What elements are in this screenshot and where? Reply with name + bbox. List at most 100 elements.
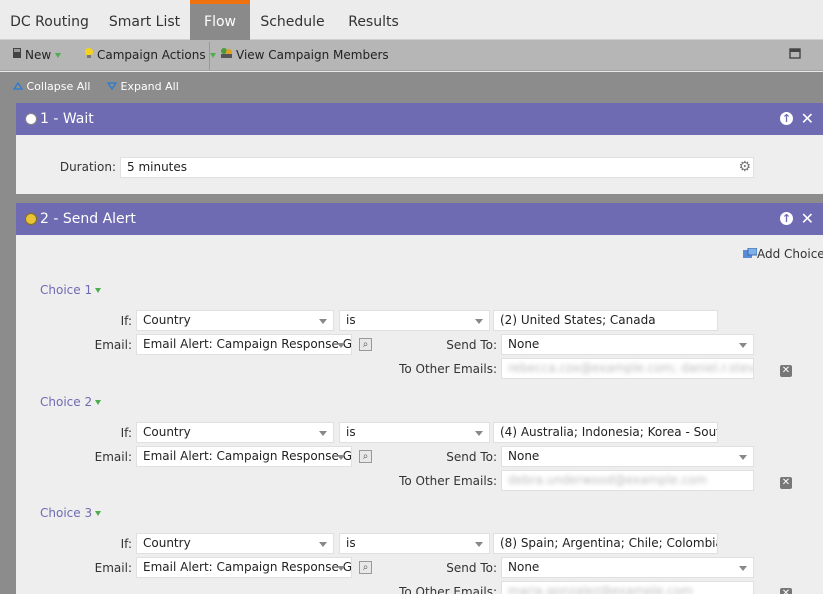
choice-toggle[interactable]: Choice 3 [40,506,102,520]
condition-values: (8) Spain; Argentina; Chile; Colombia; I… [500,536,717,550]
view-campaign-members-button[interactable]: View Campaign Members [220,40,389,71]
send-to-select[interactable]: None [501,446,754,467]
tab-dc-routing[interactable]: DC Routing [0,0,99,40]
tab-results[interactable]: Results [335,0,412,40]
preview-icon[interactable]: ⌕ [359,450,372,463]
step-header-send-alert[interactable]: 2 - Send Alert ↑ ✕ [16,203,823,235]
toolbar-divider [209,42,210,70]
gear-icon[interactable]: ⚙ [738,158,751,177]
other-emails-value: rebecca.cox@example.com; daniel.r.steven… [508,361,754,375]
send-to-label: Send To: [446,338,497,352]
tab-schedule[interactable]: Schedule [250,0,335,40]
new-button[interactable]: New [12,40,62,71]
operator-select[interactable]: is [339,533,490,554]
other-emails-value: maria.gonzalez@example.com [508,584,693,594]
operator-value: is [346,425,356,439]
chevron-down-icon [319,431,327,436]
chevron-down-icon [95,511,102,516]
toolbar: New Campaign Actions View Campaign Membe… [0,40,823,71]
email-select[interactable]: Email Alert: Campaign Response Gen [136,557,352,578]
send-to-value: None [508,449,540,463]
email-select[interactable]: Email Alert: Campaign Response Gen [136,334,352,355]
condition-field-select[interactable]: Country [136,310,334,331]
delete-icon[interactable]: ✕ [780,365,792,377]
operator-value: is [346,313,356,327]
duration-label: Duration: [59,160,116,174]
collapse-all-button[interactable]: Collapse All [12,72,91,102]
up-arrow-icon[interactable]: ↑ [780,112,793,125]
send-to-select[interactable]: None [501,334,754,355]
condition-values-field[interactable]: (2) United States; Canada [493,310,718,331]
delete-icon[interactable]: ✕ [780,477,792,489]
collapse-all-label: Collapse All [26,80,91,93]
duration-field[interactable]: 5 minutes ⚙ [120,157,754,178]
step-body-wait: Duration: 5 minutes ⚙ [16,135,823,194]
step-title: 1 - Wait [40,111,94,127]
chevron-down-icon [55,53,62,58]
email-select[interactable]: Email Alert: Campaign Response Gen [136,446,352,467]
chevron-down-icon [739,343,747,348]
campaign-actions-button[interactable]: Campaign Actions [84,40,216,71]
choice-toggle[interactable]: Choice 1 [40,283,102,297]
send-to-select[interactable]: None [501,557,754,578]
send-to-value: None [508,560,540,574]
close-icon[interactable]: ✕ [801,203,814,235]
other-emails-field[interactable]: debra.underwood@example.com [501,470,754,491]
choice-label: Choice 3 [40,506,93,520]
tab-label: Schedule [260,14,325,30]
condition-field-select[interactable]: Country [136,422,334,443]
step-header-wait[interactable]: 1 - Wait ↑ ✕ [16,103,823,135]
operator-select[interactable]: is [339,310,490,331]
clock-icon [25,113,37,125]
condition-values-field[interactable]: (4) Australia; Indonesia; Korea - South;… [493,422,718,443]
chevron-down-icon [739,455,747,460]
chevron-down-icon [95,400,102,405]
campaign-actions-label: Campaign Actions [97,48,206,62]
tab-label: DC Routing [10,14,89,30]
tab-bar: DC Routing Smart List Flow Schedule Resu… [0,0,823,40]
if-label: If: [120,537,132,551]
collapse-icon [12,72,24,102]
add-choice-icon [743,247,758,262]
if-label: If: [120,426,132,440]
if-label: If: [120,314,132,328]
tab-smart-list[interactable]: Smart List [99,0,190,40]
window-button[interactable] [789,40,804,71]
other-emails-field[interactable]: rebecca.cox@example.com; daniel.r.steven… [501,358,754,379]
duration-value: 5 minutes [127,160,188,174]
choice-label: Choice 1 [40,283,93,297]
chevron-down-icon [739,566,747,571]
delete-icon[interactable]: ✕ [780,588,792,594]
to-other-emails-label: To Other Emails: [399,585,497,594]
condition-values-field[interactable]: (8) Spain; Argentina; Chile; Colombia; I… [493,533,718,554]
tab-label: Smart List [108,14,181,30]
tab-flow[interactable]: Flow [190,0,250,40]
condition-field-select[interactable]: Country [136,533,334,554]
other-emails-value: debra.underwood@example.com [508,473,708,487]
to-other-emails-label: To Other Emails: [399,474,497,488]
condition-field-value: Country [143,313,191,327]
send-to-value: None [508,337,540,351]
members-icon [220,40,233,71]
new-label: New [25,48,52,62]
up-arrow-icon[interactable]: ↑ [780,212,793,225]
condition-field-value: Country [143,425,191,439]
chevron-down-icon [337,566,345,571]
send-to-label: Send To: [446,561,497,575]
other-emails-field[interactable]: maria.gonzalez@example.com [501,581,754,594]
step-title: 2 - Send Alert [40,211,136,227]
operator-value: is [346,536,356,550]
chevron-down-icon [337,343,345,348]
add-choice-button[interactable]: Add Choice [743,247,823,262]
lightbulb-icon [84,40,94,71]
preview-icon[interactable]: ⌕ [359,561,372,574]
condition-values: (4) Australia; Indonesia; Korea - South;… [500,425,717,439]
preview-icon[interactable]: ⌕ [359,338,372,351]
expand-all-button[interactable]: Expand All [106,72,179,102]
choice-label: Choice 2 [40,395,93,409]
email-label: Email: [94,561,132,575]
close-icon[interactable]: ✕ [801,103,814,135]
operator-select[interactable]: is [339,422,490,443]
choice-toggle[interactable]: Choice 2 [40,395,102,409]
tab-label: Flow [204,14,236,30]
